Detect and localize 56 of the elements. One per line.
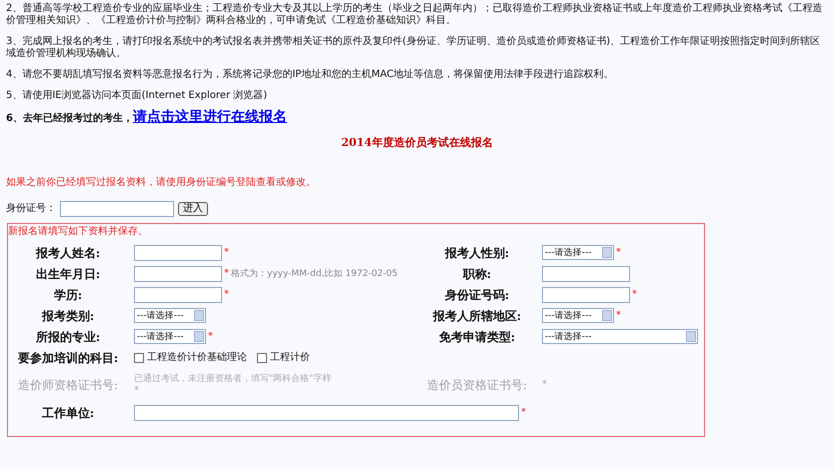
input-field[interactable] [542,266,630,282]
required-mark: * [632,288,637,300]
instruction-text: 6、去年已经报考过的考生， [6,113,133,124]
dropdown[interactable]: ---请选择--- [542,245,614,260]
dropdown[interactable]: ---请选择--- [134,329,206,344]
checkbox-option[interactable]: 工程计价 [257,352,310,364]
input-field[interactable] [134,286,222,302]
checkbox-option[interactable]: 工程造价计价基础理论 [134,352,247,364]
dropdown-caret-icon [602,310,612,321]
input-field[interactable] [542,286,630,302]
hint-text: 格式为：yyyy-MM-dd,比如 1972-02-05 [231,268,398,280]
field-label: 报考类别: [40,310,96,322]
id-label: 身份证号： [6,203,56,215]
field-label: 工作单位: [40,406,96,418]
required-mark: * [616,310,621,322]
dropdown[interactable]: ---请选择--- [134,308,206,323]
instruction-text: 2、普通高等学校工程造价专业的应届毕业生；工程造价专业大专及其以上学历的考生（毕业之日起两年内）；已取得造价工程师执业资格证书或上年度造价工程师执业资格考试《工程造价管理相关知识》、《工程造价计价与控制》两科合格业的，可申请免试《工程造价基础知识》科目。 [6,3,824,27]
form-intro-text: 新报名请填写如下资料并保存。 [8,226,149,238]
field-label: 要参加培训的科目: [16,352,120,364]
field-label: 报考人性别: [444,246,510,258]
field-label: 报考人姓名: [34,246,102,258]
dropdown-caret-icon [602,247,612,258]
dropdown[interactable]: ---请选择--- [542,308,614,323]
field-label: 造价员资格证书号: [426,379,528,391]
form-title: 2014年度造价员考试在线报名 [340,137,494,149]
field-label: 出生年月日: [34,268,102,280]
instruction-text: 3、完成网上报名的考生，请打印报名系统中的考试报名表并携带相关证书的原件及复印件(身份证、学历证明、造价员或造价师资格证书)、工程造价工作年限证明按照指定时间到所辖区域造价管理机构现场确认。 [6,36,822,60]
required-mark: * [208,330,213,342]
id-input-field[interactable] [60,201,174,217]
input-field[interactable] [134,404,519,420]
dropdown-caret-icon [194,331,204,342]
instruction-text: 5、请使用IE浏览器访问本页面(Internet Explorer 浏览器) [6,90,268,102]
required-mark: * [542,379,547,391]
required-mark: * [616,246,621,258]
notice-text: 如果之前你已经填写过报名资料，请使用身份证编号登陆查看或修改。 [6,177,317,189]
required-mark: * [224,246,229,258]
hint-text: 已通过考试，未注册资格者，填写"两科合格"字样 [134,373,332,385]
input-field[interactable] [134,266,222,282]
field-label: 免考申请类型: [438,330,516,342]
field-label: 造价师资格证书号: [16,379,120,391]
required-mark: * [224,268,229,280]
field-label: 所报的专业: [34,330,102,342]
signup-link[interactable]: 请点击这里进行在线报名 [132,109,287,125]
input-field[interactable] [134,244,222,260]
field-label: 身份证号码: [444,288,510,300]
dropdown-caret-icon [686,331,696,342]
field-label: 报考人所辖地区: [432,310,522,322]
dropdown[interactable]: ---请选择--- [542,329,698,344]
instruction-text: 4、请您不要胡乱填写报名资料等恶意报名行为，系统将记录您的IP地址和您的主机MAC地址等信息，将保留使用法律手段进行追踪权利。 [6,69,615,81]
enter-button[interactable]: 进入 [178,202,208,216]
required-mark: * [134,385,140,397]
required-mark: * [521,406,526,418]
dropdown-caret-icon [194,310,204,321]
field-label: 学历: [52,288,84,300]
field-label: 职称: [462,268,492,280]
required-mark: * [224,288,229,300]
